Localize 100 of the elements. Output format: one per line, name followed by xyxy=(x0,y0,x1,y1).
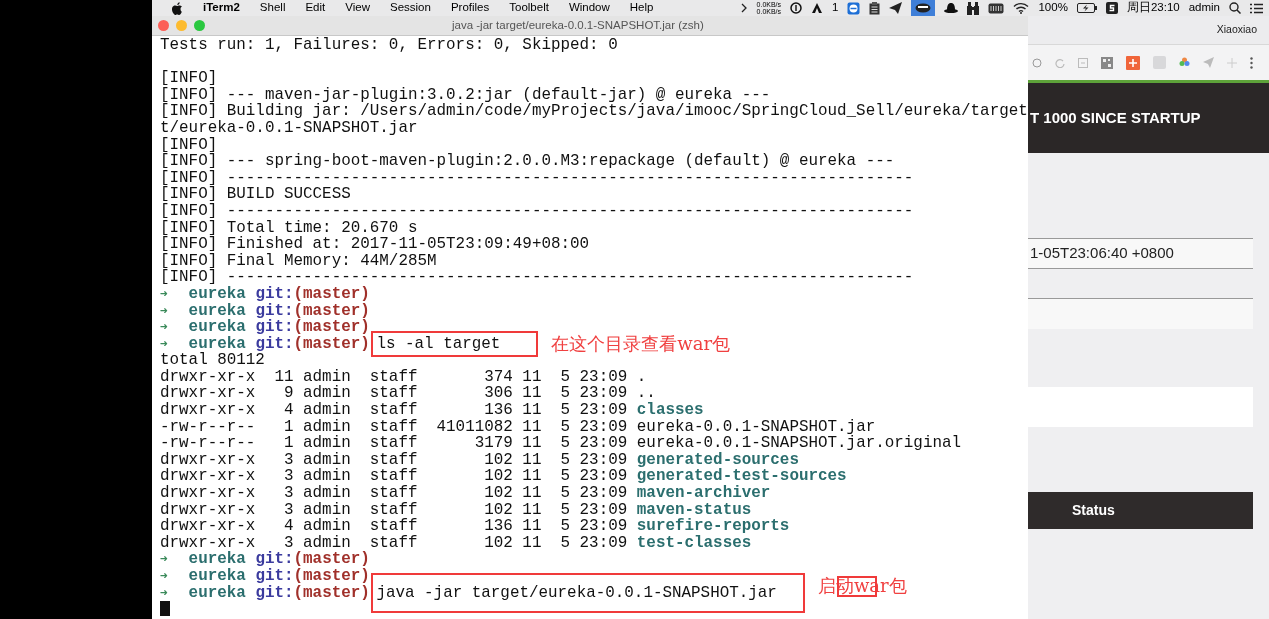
terminal-line: total 80112 xyxy=(160,351,265,370)
directory-name: eureka xyxy=(188,583,246,602)
file-name: maven-status xyxy=(636,500,752,519)
triangle-icon[interactable] xyxy=(811,2,824,14)
terminal-line: [INFO] ------------------------------------------------------------------------ xyxy=(160,268,914,287)
terminal-line: [INFO] Total time: 20.670 s xyxy=(160,218,418,237)
app-menu[interactable]: iTerm2 xyxy=(203,0,240,17)
prompt-arrow: ➜ xyxy=(160,302,169,320)
plus-square-icon[interactable] xyxy=(1126,55,1140,70)
branch-name: (master) xyxy=(293,567,370,585)
prompt-arrow: ➜ xyxy=(160,551,169,568)
git-label: git: xyxy=(255,301,294,320)
binoculars-icon[interactable] xyxy=(967,1,980,15)
clipboard-icon[interactable] xyxy=(869,1,881,15)
prompt-arrow: ➜ xyxy=(160,285,169,303)
prompt-arrow: ➜ xyxy=(160,335,169,352)
menu-item[interactable]: Edit xyxy=(305,0,326,17)
branch-name: (master) xyxy=(293,301,370,320)
terminal-line: t/eureka-0.0.1-SNAPSHOT.jar xyxy=(160,118,418,137)
file-details: -rw-r--r-- 1 admin staff 3179 11 5 23:09 xyxy=(160,434,628,453)
file-details: drwxr-xr-x 3 admin staff 102 11 5 23:09 xyxy=(160,467,628,486)
more-icon[interactable] xyxy=(1250,56,1253,69)
terminal-line: [INFO] --- spring-boot-maven-plugin:2.0.0.M3:repackage (default) @ eureka --- xyxy=(160,152,895,171)
branch-name: (master) xyxy=(293,550,370,569)
terminal-line: [INFO] xyxy=(160,69,218,88)
directory-name: eureka xyxy=(188,284,246,303)
git-label: git: xyxy=(255,334,294,353)
hat-icon[interactable] xyxy=(944,2,959,14)
git-label: git: xyxy=(255,284,294,303)
terminal-line: [INFO] BUILD SUCCESS xyxy=(160,185,351,204)
menu-item[interactable]: Profiles xyxy=(450,0,490,17)
file-name: generated-test-sources xyxy=(636,467,847,486)
highlighted-menu-icon[interactable] xyxy=(911,0,936,16)
timestamp-text: 1-05T23:06:40 +0800 xyxy=(1029,243,1174,264)
menu-item[interactable]: Help xyxy=(629,0,654,17)
file-name: .. xyxy=(636,384,656,403)
terminal-line: Tests run: 1, Failures: 0, Errors: 0, Skipped: 0 xyxy=(160,36,618,54)
directory-name: eureka xyxy=(188,550,246,569)
file-details: -rw-r--r-- 1 admin staff 41011082 11 5 23:09 xyxy=(160,417,628,436)
header-title: T 1000 SINCE STARTUP xyxy=(1029,107,1201,128)
highlighted-command: ls -al target xyxy=(371,330,539,358)
menu-item[interactable]: Toolbelt xyxy=(509,0,549,17)
file-details: drwxr-xr-x 4 admin staff 136 11 5 23:09 xyxy=(160,517,628,536)
file-name: maven-archiver xyxy=(636,484,771,503)
file-name: . xyxy=(636,367,647,386)
badge-count: 1 xyxy=(832,0,839,16)
terminal-line: [INFO] ------------------------------------------------------------------------ xyxy=(160,201,914,220)
directory-name: eureka xyxy=(188,318,246,337)
battery-percent: 100% xyxy=(1038,0,1068,16)
prompt-arrow: ➜ xyxy=(160,568,169,585)
paper-plane-icon[interactable] xyxy=(889,2,903,14)
highlighted-command: java -jar target/eureka-0.0.1-SNAPSHOT.jar xyxy=(371,572,805,614)
git-label: git: xyxy=(255,583,294,602)
file-details: drwxr-xr-x 3 admin staff 102 11 5 23:09 xyxy=(160,500,628,519)
apple-icon[interactable] xyxy=(172,1,183,15)
clock[interactable]: 周日23:10 xyxy=(1126,0,1180,17)
branch-name: (master) xyxy=(293,318,370,337)
git-label: git: xyxy=(255,318,294,337)
menu-item[interactable]: Shell xyxy=(259,0,286,17)
file-name: classes xyxy=(636,401,704,420)
info-icon[interactable] xyxy=(790,2,803,14)
branch-name: (master) xyxy=(293,334,370,353)
annotation-text: 在这个目录查看war包 xyxy=(551,332,731,355)
s-logo-icon[interactable] xyxy=(1105,2,1118,14)
menu-item[interactable]: Session xyxy=(390,0,431,17)
prompt-arrow: ➜ xyxy=(160,584,169,602)
terminal-line: [INFO] ------------------------------------------------------------------------ xyxy=(160,168,914,187)
window-title: java -jar target/eureka-0.0.1-SNAPSHOT.jar (zsh) xyxy=(452,17,704,33)
branch-name: (master) xyxy=(293,284,370,303)
file-details: drwxr-xr-x 3 admin staff 102 11 5 23:09 xyxy=(160,484,628,503)
search-icon[interactable] xyxy=(1229,2,1241,14)
text-cursor xyxy=(160,601,170,617)
directory-name: eureka xyxy=(188,301,246,320)
file-details: drwxr-xr-x 3 admin staff 102 11 5 23:09 xyxy=(160,533,628,552)
file-details: drwxr-xr-x 4 admin staff 136 11 5 23:09 xyxy=(160,401,628,420)
wifi-icon[interactable] xyxy=(1013,2,1030,14)
git-label: git: xyxy=(255,567,294,585)
terminal-line: [INFO] Building jar: /Users/admin/code/myProjects/java/imooc/SpringCloud_Sell/eureka/target xyxy=(160,102,1028,121)
terminal-line: [INFO] Finished at: 2017-11-05T23:09:49+08:00 xyxy=(160,235,590,254)
menu-item[interactable]: Window xyxy=(568,0,610,17)
battery-icon[interactable] xyxy=(1076,3,1097,13)
file-name: generated-sources xyxy=(636,450,799,469)
file-name: eureka-0.0.1-SNAPSHOT.jar.original xyxy=(636,434,962,453)
file-details: drwxr-xr-x 11 admin staff 374 11 5 23:09 xyxy=(160,367,628,386)
directory-name: eureka xyxy=(188,567,246,585)
file-name: surefire-reports xyxy=(636,517,790,536)
menu-item[interactable]: View xyxy=(345,0,370,17)
user-name[interactable]: admin xyxy=(1188,0,1220,17)
prompt-arrow: ➜ xyxy=(160,319,169,336)
file-details: drwxr-xr-x 9 admin staff 306 11 5 23:09 xyxy=(160,384,628,403)
keyboard-icon[interactable] xyxy=(988,2,1005,14)
terminal-line: [INFO] xyxy=(160,135,218,154)
directory-name: eureka xyxy=(188,334,246,353)
circle-icon[interactable] xyxy=(1032,57,1042,68)
qr-code-icon[interactable] xyxy=(1101,56,1113,69)
list-icon[interactable] xyxy=(1250,2,1263,14)
file-name: test-classes xyxy=(636,533,752,552)
profile-name[interactable]: Xiaoxiao xyxy=(1216,22,1257,38)
branch-name: (master) xyxy=(293,583,370,602)
file-name: eureka-0.0.1-SNAPSHOT.jar xyxy=(636,417,876,436)
